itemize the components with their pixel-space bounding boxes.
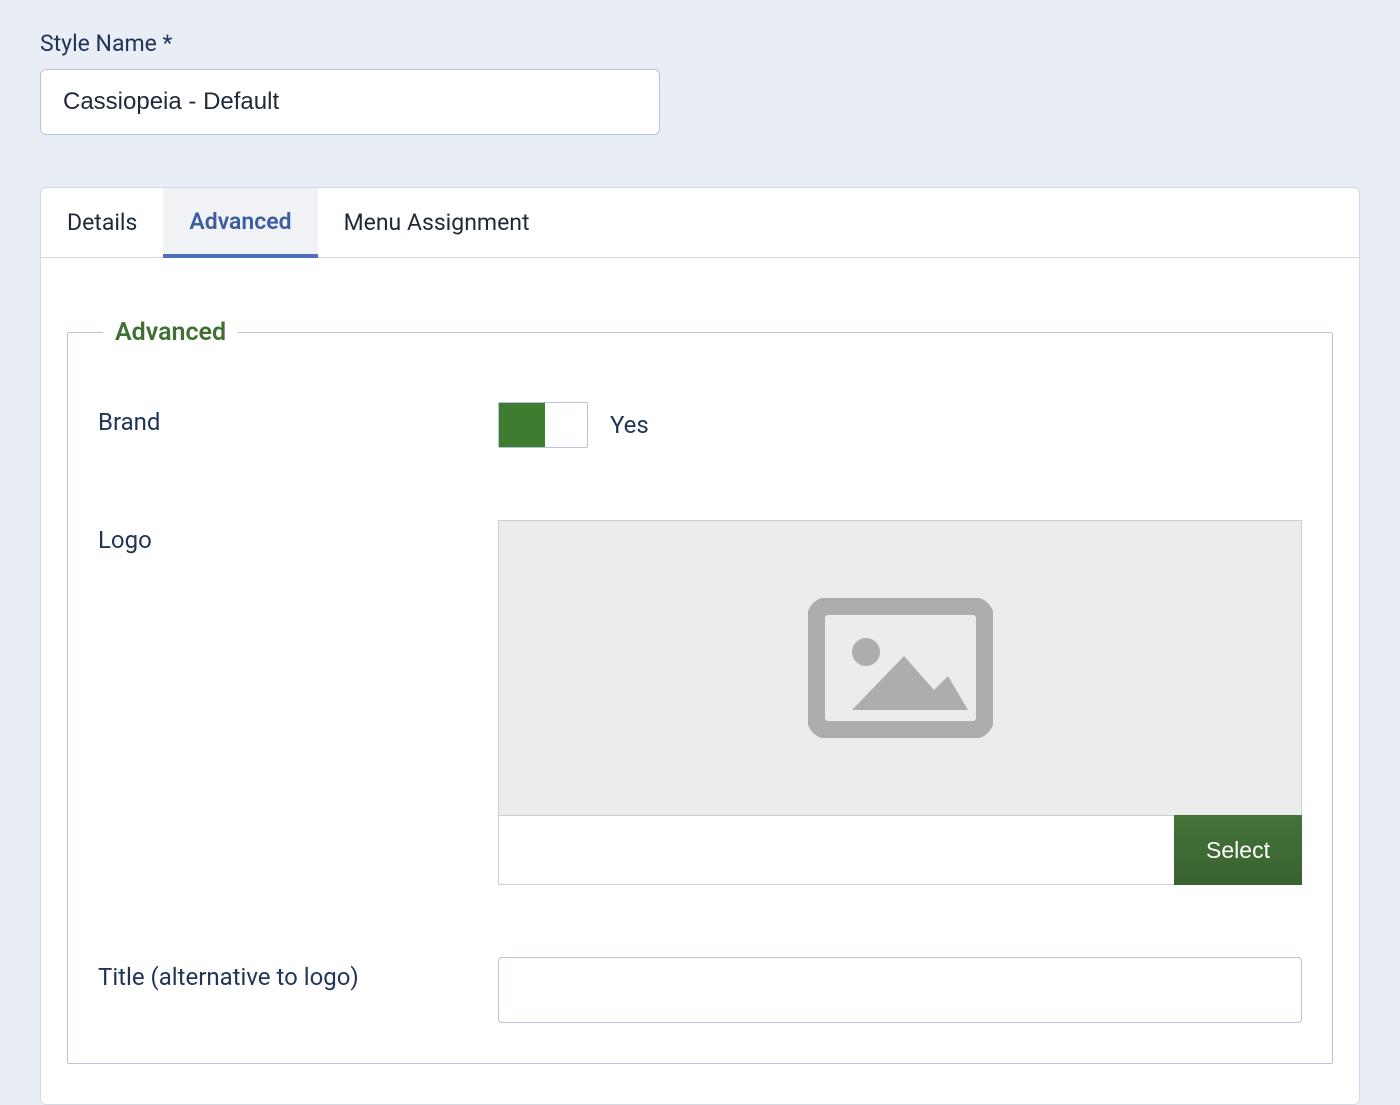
brand-toggle[interactable] — [498, 402, 588, 448]
row-title-alt: Title (alternative to logo) — [98, 957, 1302, 1023]
logo-label: Logo — [98, 520, 498, 554]
advanced-legend: Advanced — [103, 318, 238, 347]
advanced-fieldset: Advanced Brand Yes Log — [67, 318, 1333, 1064]
style-name-label: Style Name * — [40, 30, 1360, 57]
tab-advanced[interactable]: Advanced — [163, 188, 317, 258]
title-alt-label: Title (alternative to logo) — [98, 957, 498, 991]
brand-toggle-state: Yes — [610, 411, 649, 439]
logo-select-button[interactable]: Select — [1174, 815, 1302, 885]
tab-menu-assignment[interactable]: Menu Assignment — [318, 188, 556, 257]
image-placeholder-icon — [808, 598, 993, 738]
brand-toggle-knob — [499, 403, 545, 447]
brand-label: Brand — [98, 402, 498, 436]
tabs-bar: Details Advanced Menu Assignment — [41, 188, 1359, 258]
tab-content-advanced: Advanced Brand Yes Log — [41, 258, 1359, 1104]
tabs-card: Details Advanced Menu Assignment Advance… — [40, 187, 1360, 1105]
row-logo: Logo Select — [98, 520, 1302, 885]
tab-details[interactable]: Details — [41, 188, 163, 257]
logo-preview[interactable] — [498, 520, 1302, 815]
style-name-input[interactable] — [40, 69, 660, 135]
logo-path-input[interactable] — [498, 815, 1174, 885]
title-alt-input[interactable] — [498, 957, 1302, 1023]
logo-media-field: Select — [498, 520, 1302, 885]
row-brand: Brand Yes — [98, 402, 1302, 448]
